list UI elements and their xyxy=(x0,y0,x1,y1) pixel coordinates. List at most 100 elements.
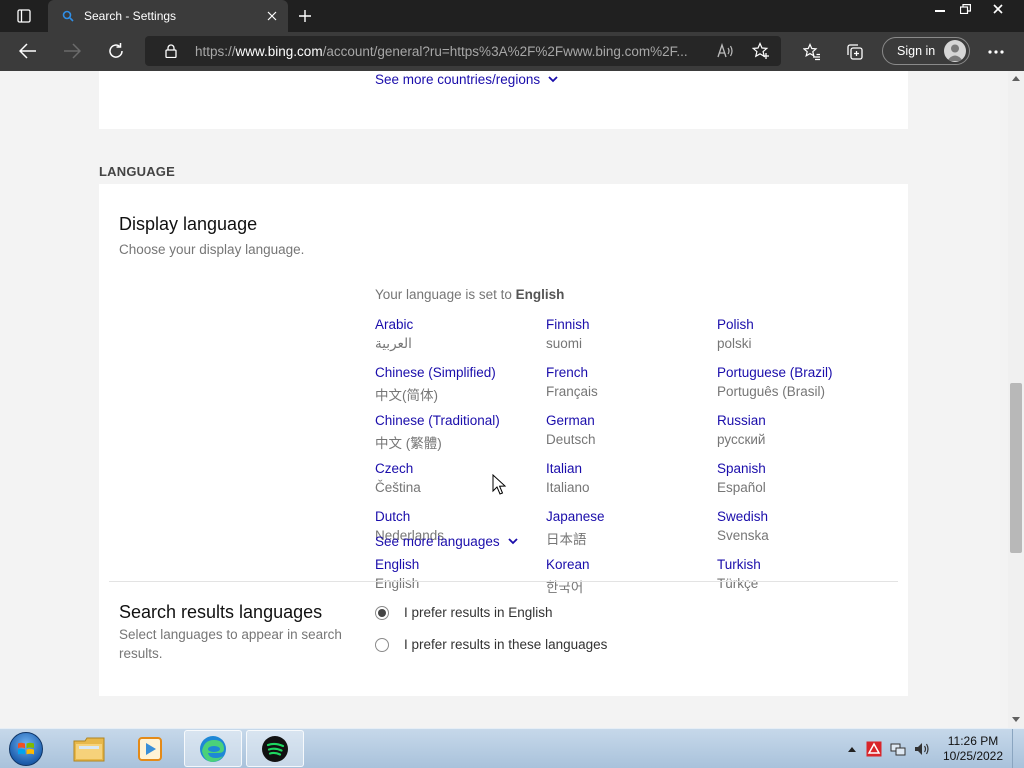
new-tab-button[interactable] xyxy=(292,4,318,28)
search-results-languages-desc: Select languages to appear in search res… xyxy=(119,627,342,661)
sign-in-button[interactable]: Sign in xyxy=(882,37,970,65)
language-status: Your language is set to English xyxy=(375,287,564,302)
back-button[interactable] xyxy=(13,36,43,66)
tab-close-button[interactable] xyxy=(260,4,284,28)
language-link[interactable]: Russian xyxy=(717,413,887,432)
collections-button[interactable] xyxy=(840,37,870,67)
language-link[interactable]: English xyxy=(375,557,545,576)
language-item: French Français xyxy=(546,365,716,403)
language-native-name: Türkçe xyxy=(717,576,759,591)
language-link[interactable]: Dutch xyxy=(375,509,545,528)
language-native-name: العربية xyxy=(375,336,412,351)
url-scheme: https:// xyxy=(195,43,236,59)
spotify-icon xyxy=(262,735,288,762)
language-section-heading: LANGUAGE xyxy=(99,164,175,179)
close-icon xyxy=(993,4,1003,14)
favorites-button[interactable] xyxy=(797,37,827,67)
read-aloud-icon[interactable] xyxy=(717,42,735,60)
language-link[interactable]: Portuguese (Brazil) xyxy=(717,365,887,384)
see-more-languages-link[interactable]: See more languages xyxy=(375,534,518,549)
add-favorite-icon[interactable] xyxy=(752,42,770,60)
favorites-icon xyxy=(803,43,820,61)
minimize-icon xyxy=(935,10,945,12)
language-link[interactable]: Italian xyxy=(546,461,716,480)
arrow-right-icon xyxy=(64,43,81,59)
forward-button[interactable] xyxy=(57,36,87,66)
url-host: www.bing.com xyxy=(235,43,323,59)
page-content: See more countries/regions LANGUAGE Disp… xyxy=(0,71,1008,728)
network-tray-icon[interactable] xyxy=(890,741,906,757)
language-item: German Deutsch xyxy=(546,413,716,451)
language-item: Polish polski xyxy=(717,317,887,355)
language-item: Czech Čeština xyxy=(375,461,545,499)
language-link[interactable]: Chinese (Traditional) xyxy=(375,413,545,432)
scroll-down-arrow-icon[interactable] xyxy=(1011,715,1021,723)
radio-button-selected[interactable] xyxy=(375,605,389,620)
language-link[interactable]: Korean xyxy=(546,557,716,576)
scrollbar-thumb[interactable] xyxy=(1010,383,1022,553)
language-link[interactable]: Japanese xyxy=(546,509,716,528)
system-clock[interactable]: 11:26 PM 10/25/2022 xyxy=(938,734,1008,764)
more-icon xyxy=(988,50,1004,54)
tab-actions-icon xyxy=(17,9,31,23)
results-option-english[interactable]: I prefer results in English xyxy=(375,605,553,620)
language-link[interactable]: Finnish xyxy=(546,317,716,336)
language-item: Japanese 日本語 xyxy=(546,509,716,547)
minimize-button[interactable] xyxy=(928,0,952,18)
language-native-name: Français xyxy=(546,384,598,399)
language-link[interactable]: Arabic xyxy=(375,317,545,336)
results-option-english-label: I prefer results in English xyxy=(404,605,553,620)
results-option-these-languages[interactable]: I prefer results in these languages xyxy=(375,637,607,652)
media-player-icon xyxy=(138,736,162,761)
see-more-countries-label: See more countries/regions xyxy=(375,72,541,87)
edge-icon xyxy=(200,735,226,762)
page-scrollbar[interactable] xyxy=(1008,71,1024,728)
see-more-countries-link[interactable]: See more countries/regions xyxy=(375,72,558,87)
show-hidden-icons-button[interactable] xyxy=(844,741,860,757)
see-more-languages-label: See more languages xyxy=(375,534,500,549)
language-native-name: Čeština xyxy=(375,480,421,495)
start-button[interactable] xyxy=(6,731,46,767)
tab-actions-menu-button[interactable] xyxy=(8,6,40,26)
language-item: Chinese (Simplified) 中文(简体) xyxy=(375,365,545,403)
language-native-name: polski xyxy=(717,336,752,351)
taskbar-media-player[interactable] xyxy=(121,730,179,767)
language-link[interactable]: Turkish xyxy=(717,557,887,576)
chevron-down-icon xyxy=(507,537,518,547)
address-bar[interactable]: https://www.bing.com/account/general?ru=… xyxy=(145,36,781,66)
taskbar-file-explorer[interactable] xyxy=(60,730,118,767)
radio-button[interactable] xyxy=(375,637,389,652)
url-text[interactable]: https://www.bing.com/account/general?ru=… xyxy=(195,44,715,59)
language-item: Swedish Svenska xyxy=(717,509,887,547)
taskbar-edge[interactable] xyxy=(184,730,242,767)
language-status-value: English xyxy=(515,287,565,302)
language-status-prefix: Your language is set to xyxy=(375,287,516,302)
language-item: Turkish Türkçe xyxy=(717,557,887,595)
language-link[interactable]: German xyxy=(546,413,716,432)
refresh-button[interactable] xyxy=(101,36,131,66)
section-divider xyxy=(109,581,898,582)
language-link[interactable]: Spanish xyxy=(717,461,887,480)
language-link[interactable]: Czech xyxy=(375,461,545,480)
settings-more-button[interactable] xyxy=(981,37,1011,67)
close-icon xyxy=(267,11,277,21)
results-option-these-languages-label: I prefer results in these languages xyxy=(404,637,608,652)
language-link[interactable]: Chinese (Simplified) xyxy=(375,365,545,384)
scroll-up-arrow-icon[interactable] xyxy=(1011,74,1021,82)
language-link[interactable]: French xyxy=(546,365,716,384)
language-item: Russian русский xyxy=(717,413,887,451)
language-native-name: Português (Brasil) xyxy=(717,384,826,399)
taskbar-spotify[interactable] xyxy=(246,730,304,767)
show-desktop-button[interactable] xyxy=(1012,729,1024,768)
display-language-title: Display language xyxy=(119,214,258,234)
window-close-button[interactable] xyxy=(985,0,1011,18)
antivirus-tray-icon[interactable] xyxy=(866,741,882,757)
language-link[interactable]: Swedish xyxy=(717,509,887,528)
lock-icon[interactable] xyxy=(163,43,179,59)
restore-button[interactable] xyxy=(953,0,977,18)
language-link[interactable]: Polish xyxy=(717,317,887,336)
volume-tray-icon[interactable] xyxy=(914,741,930,757)
arrow-left-icon xyxy=(19,43,36,59)
browser-tab-active[interactable]: Search - Settings xyxy=(48,0,288,32)
region-card: See more countries/regions xyxy=(99,71,908,129)
